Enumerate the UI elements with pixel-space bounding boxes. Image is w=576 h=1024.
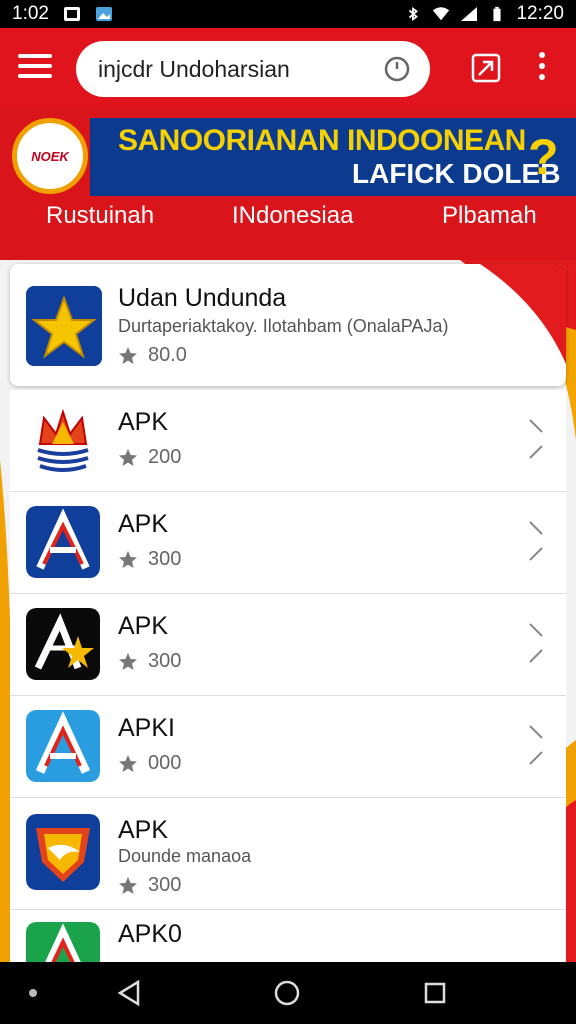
app-name: APK xyxy=(118,612,169,640)
shield-bird-icon xyxy=(26,814,100,890)
status-clock: 12:20 xyxy=(516,3,564,24)
rating-star-icon xyxy=(119,652,137,670)
app-name: APK xyxy=(118,510,169,538)
featured-swoosh xyxy=(480,264,566,364)
featured-app-title: Udan Undunda xyxy=(118,284,287,312)
rating-star-icon xyxy=(119,550,137,568)
star-a-icon xyxy=(26,608,100,680)
app-rating: 000 xyxy=(118,752,181,775)
banner-logo-text: NOEK xyxy=(31,148,69,164)
letter-a-blue-icon xyxy=(26,710,100,782)
search-input[interactable] xyxy=(96,54,370,84)
app-name: APKI xyxy=(118,714,175,742)
history-icon[interactable] xyxy=(384,56,410,82)
tab-rustuinah[interactable]: Rustuinah xyxy=(46,202,154,230)
app-bar xyxy=(0,28,576,110)
promo-banner[interactable]: NOEK SANOORIANAN INDOONEAN LAFICK DOLEB … xyxy=(0,110,576,260)
notification-icon xyxy=(63,7,80,21)
list-item[interactable]: APK 300 xyxy=(10,594,566,696)
rating-star-icon xyxy=(119,876,137,894)
app-rating: 300 xyxy=(118,548,181,571)
back-icon[interactable] xyxy=(112,976,146,1010)
rating-star-icon xyxy=(119,754,137,772)
list-item[interactable]: APK 300 xyxy=(10,492,566,594)
status-bar: 1:02 12:20 xyxy=(0,0,576,28)
banner-logo: NOEK xyxy=(12,118,88,194)
search-bar[interactable] xyxy=(76,41,430,97)
rating-star-icon xyxy=(119,448,137,466)
app-rating: 300 xyxy=(118,650,181,673)
system-navigation-bar xyxy=(0,962,576,1024)
status-time: 1:02 xyxy=(12,3,49,24)
chevron-right-icon[interactable] xyxy=(524,618,548,668)
rating-value: 000 xyxy=(148,752,182,774)
chevron-right-icon[interactable] xyxy=(524,414,548,464)
app-rating: 300 xyxy=(118,874,181,897)
bluetooth-icon xyxy=(409,6,419,22)
list-item[interactable]: APKI 000 xyxy=(10,696,566,798)
home-icon[interactable] xyxy=(270,976,304,1010)
app-name: APK xyxy=(118,408,169,436)
featured-app-description: Durtaperiaktakoy. Ilotahbam (OnalaPAJa) xyxy=(118,316,449,336)
app-subtitle: Dounde manaoa xyxy=(118,846,252,866)
star-icon xyxy=(31,295,97,359)
app-name: APK0 xyxy=(118,920,182,948)
tab-plbamah[interactable]: Plbamah xyxy=(442,202,537,230)
banner-title: SANOORIANAN INDOONEAN xyxy=(118,124,526,157)
featured-app-card[interactable]: Udan Undunda Durtaperiaktakoy. Ilotahbam… xyxy=(10,264,566,386)
share-icon[interactable] xyxy=(470,52,502,84)
rating-value: 300 xyxy=(148,548,182,570)
rating-value: 300 xyxy=(148,874,182,896)
signal-icon xyxy=(461,7,478,21)
crown-flag-icon xyxy=(26,404,100,476)
featured-app-rating: 80.0 xyxy=(118,344,187,367)
rating-value: 200 xyxy=(148,446,182,468)
app-rating: 200 xyxy=(118,446,181,469)
gallery-icon xyxy=(95,7,112,21)
assistant-dot-icon[interactable] xyxy=(18,976,48,1010)
category-tabs: Rustuinah INdonesiaa Plbamah xyxy=(0,202,576,246)
question-mark-icon: ? xyxy=(528,129,559,185)
tab-indonesiaa[interactable]: INdonesiaa xyxy=(232,202,353,230)
letter-a-icon xyxy=(26,506,100,578)
app-name: APK xyxy=(118,816,169,844)
list-item[interactable]: APK Dounde manaoa 300 xyxy=(10,798,566,910)
list-item[interactable]: APK0 xyxy=(10,910,566,970)
menu-button[interactable] xyxy=(18,54,52,84)
chevron-right-icon[interactable] xyxy=(524,516,548,566)
battery-icon xyxy=(493,6,502,22)
chevron-right-icon[interactable] xyxy=(524,720,548,770)
featured-app-icon xyxy=(26,286,102,366)
wifi-icon xyxy=(433,7,450,21)
rating-star-icon xyxy=(119,346,137,364)
app-list: APK 200 APK 300 APK 300 APKI 000 APK Dou… xyxy=(10,390,566,970)
more-options-button[interactable] xyxy=(532,52,552,86)
recents-icon[interactable] xyxy=(418,976,452,1010)
featured-rating-value: 80.0 xyxy=(148,344,187,366)
rating-value: 300 xyxy=(148,650,182,672)
list-item[interactable]: APK 200 xyxy=(10,390,566,492)
